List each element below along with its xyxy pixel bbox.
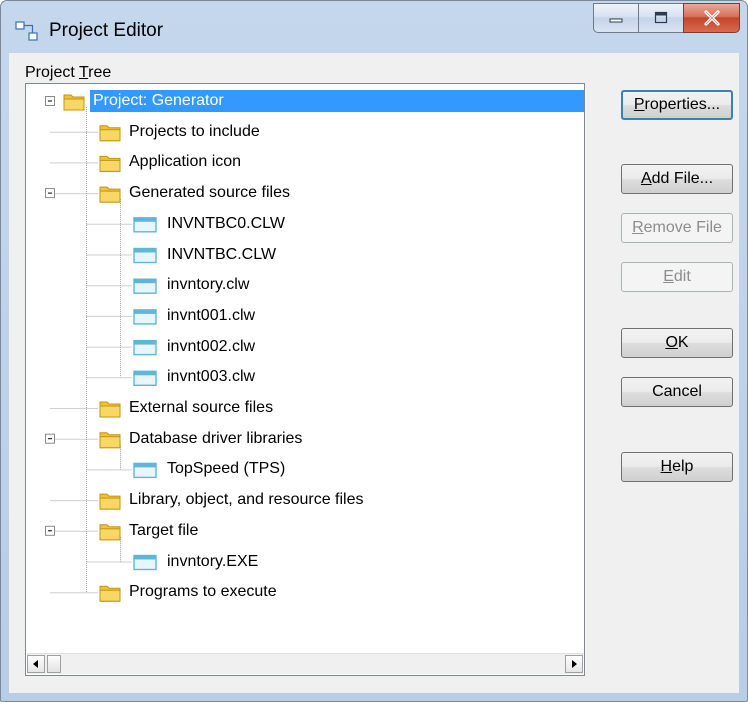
folder-icon [99, 155, 121, 172]
tree-node[interactable]: Projects to include [126, 121, 263, 143]
file-icon [133, 309, 157, 325]
tree-node[interactable]: Application icon [126, 151, 244, 173]
minimize-button[interactable] [593, 3, 639, 33]
tree-node-selected[interactable]: Project: Generator [90, 90, 584, 112]
close-icon [703, 10, 720, 26]
project-tree-view[interactable]: Project: Generator Projects to include App… [25, 83, 585, 676]
minimize-icon [609, 18, 623, 23]
file-icon [133, 247, 157, 264]
arrow-right-icon [572, 660, 577, 668]
tree-node[interactable]: TopSpeed (TPS) [164, 458, 288, 480]
folder-icon [99, 125, 121, 142]
maximize-button[interactable] [638, 3, 684, 33]
file-icon [133, 554, 157, 571]
help-button[interactable]: Help [621, 452, 733, 482]
tree-node[interactable]: invntory.EXE [164, 551, 261, 573]
tree-node[interactable]: External source files [126, 397, 276, 419]
maximize-icon [654, 11, 668, 24]
scroll-left-button[interactable] [27, 655, 45, 673]
project-tree-label: Project Tree [25, 64, 112, 81]
tree-node[interactable]: invnt002.clw [164, 336, 258, 358]
collapse-toggle-icon[interactable] [45, 188, 55, 199]
ok-button[interactable]: OK [621, 328, 733, 358]
tree-node[interactable]: invntory.clw [164, 274, 252, 296]
scroll-thumb[interactable] [47, 655, 61, 673]
tree-node[interactable]: INVNTBC.CLW [164, 244, 279, 266]
tree-node[interactable]: Programs to execute [126, 581, 280, 603]
close-button[interactable] [683, 3, 740, 33]
collapse-toggle-icon[interactable] [45, 525, 55, 536]
tree-node[interactable]: Target file [126, 520, 201, 542]
edit-button[interactable]: Edit [621, 262, 733, 292]
folder-icon [99, 401, 121, 418]
title-bar[interactable]: Project Editor [1, 1, 747, 53]
folder-icon [99, 432, 121, 449]
add-file-button[interactable]: Add File... [621, 164, 733, 194]
file-icon [133, 370, 157, 386]
tree-node[interactable]: Library, object, and resource files [126, 489, 366, 511]
folder-icon [99, 493, 121, 510]
tree-node[interactable]: invnt001.clw [164, 305, 258, 327]
caption-buttons [593, 3, 740, 37]
remove-file-button[interactable]: Remove File [621, 213, 733, 243]
file-icon [133, 462, 157, 479]
collapse-toggle-icon[interactable] [45, 433, 55, 444]
tree-node[interactable]: INVNTBC0.CLW [164, 213, 288, 235]
file-icon [133, 217, 157, 233]
window-title: Project Editor [49, 20, 164, 41]
properties-button[interactable]: Properties... [621, 90, 733, 120]
tree-node[interactable]: Database driver libraries [126, 428, 305, 450]
folder-icon [99, 585, 121, 602]
collapse-toggle-icon[interactable] [45, 96, 55, 106]
project-tree-app-icon [15, 21, 38, 41]
file-icon [133, 278, 157, 294]
folder-icon [99, 524, 121, 541]
folder-icon [99, 186, 121, 203]
tree-connector-lines [45, 94, 157, 602]
horizontal-scrollbar[interactable] [27, 653, 583, 674]
folder-icon [63, 94, 85, 111]
project-editor-window: Project Editor Project Tree Project: Gen… [0, 0, 748, 702]
tree-node[interactable]: invnt003.clw [164, 366, 258, 388]
tree-node[interactable]: Generated source files [126, 182, 293, 204]
scroll-right-button[interactable] [565, 655, 583, 673]
file-icon [133, 339, 157, 356]
cancel-button[interactable]: Cancel [621, 377, 733, 407]
arrow-left-icon [33, 660, 38, 668]
